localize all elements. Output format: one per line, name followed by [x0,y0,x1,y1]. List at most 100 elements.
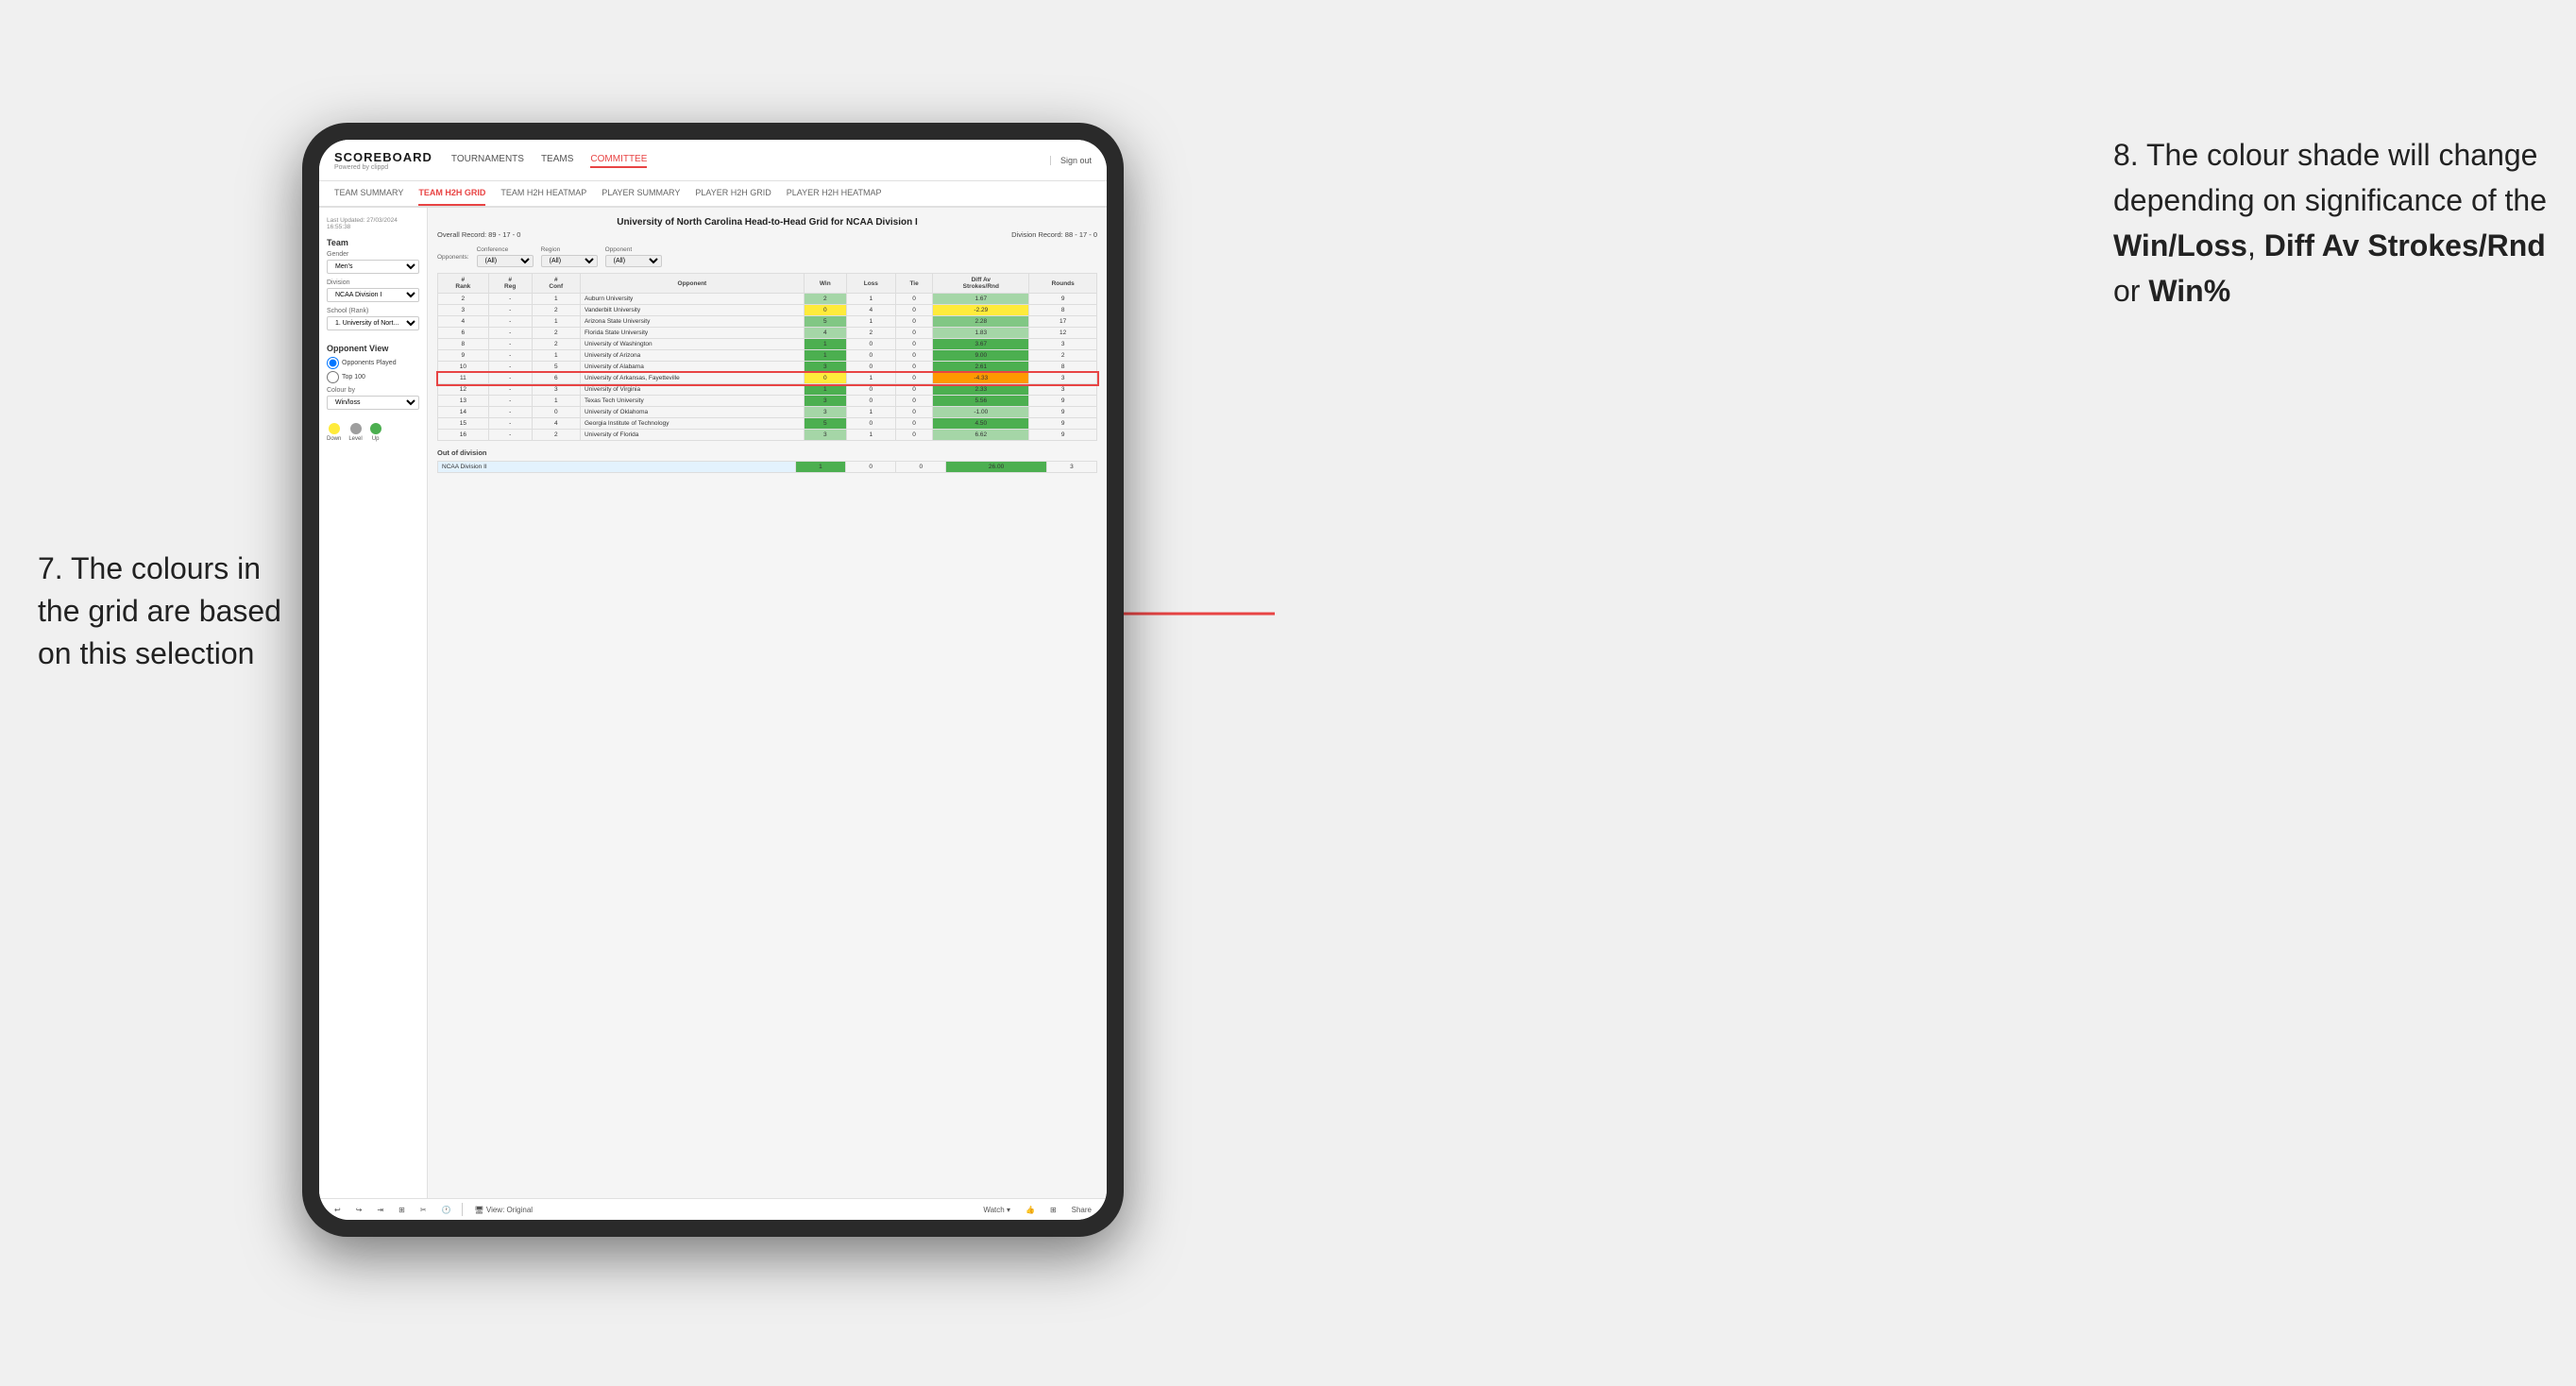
cell-win: 4 [804,328,846,339]
table-row: 11 - 6 University of Arkansas, Fayettevi… [438,373,1097,384]
radio-top100[interactable]: Top 100 [327,371,419,383]
grid-subtitle: Overall Record: 89 - 17 - 0 Division Rec… [437,230,1097,239]
opponent-select[interactable]: (All) [605,255,662,267]
toolbar-undo[interactable]: ↩ [330,1204,345,1216]
toolbar-cut[interactable]: ✂ [416,1204,431,1216]
cell-rank: 12 [438,384,489,396]
out-division-rounds: 3 [1046,462,1096,473]
cell-rounds: 12 [1029,328,1097,339]
opponent-view-title: Opponent View [327,344,419,353]
out-of-division-title: Out of division [437,448,1097,457]
annotation-right-sep1: , [2247,228,2264,262]
tab-player-summary[interactable]: PLAYER SUMMARY [602,181,680,206]
toolbar-grid-icon[interactable]: ⊞ [1046,1204,1060,1216]
table-row: 2 - 1 Auburn University 2 1 0 1.67 9 [438,294,1097,305]
team-section-title: Team [327,238,419,247]
table-row: 9 - 1 University of Arizona 1 0 0 9.00 2 [438,350,1097,362]
cell-rank: 6 [438,328,489,339]
cell-conf: 0 [532,407,580,418]
cell-win: 0 [804,373,846,384]
tab-player-h2h-grid[interactable]: PLAYER H2H GRID [695,181,771,206]
cell-diff: 2.33 [933,384,1029,396]
toolbar-view[interactable]: 🖥 View: Original [470,1204,536,1216]
tablet-screen: SCOREBOARD Powered by clippd TOURNAMENTS… [319,140,1107,1220]
division-label: Division [327,279,419,286]
toolbar-watch[interactable]: Watch ▾ [979,1204,1014,1216]
cell-diff: 6.62 [933,430,1029,441]
tab-team-summary[interactable]: TEAM SUMMARY [334,181,403,206]
cell-reg: - [488,328,532,339]
col-diff: Diff AvStrokes/Rnd [933,274,1029,294]
toolbar-copy[interactable]: ⊞ [395,1204,409,1216]
cell-reg: - [488,362,532,373]
cell-tie: 0 [895,294,932,305]
cell-opponent: University of Alabama [580,362,804,373]
toolbar-share[interactable]: Share [1068,1204,1095,1216]
cell-win: 2 [804,294,846,305]
toolbar-feedback[interactable]: 👍 [1022,1204,1039,1216]
cell-reg: - [488,373,532,384]
cell-rank: 14 [438,407,489,418]
nav-teams[interactable]: TEAMS [541,152,573,168]
cell-rank: 2 [438,294,489,305]
cell-reg: - [488,418,532,430]
conference-select[interactable]: (All) [477,255,534,267]
col-loss: Loss [846,274,895,294]
nav-committee[interactable]: COMMITTEE [590,152,647,168]
cell-reg: - [488,316,532,328]
cell-rank: 9 [438,350,489,362]
cell-rank: 11 [438,373,489,384]
annotation-right: 8. The colour shade will change dependin… [2113,132,2548,313]
col-rank: #Rank [438,274,489,294]
nav-tournaments[interactable]: TOURNAMENTS [451,152,524,168]
cell-win: 3 [804,430,846,441]
gender-label: Gender [327,251,419,258]
cell-opponent: University of Arizona [580,350,804,362]
cell-rounds: 17 [1029,316,1097,328]
cell-reg: - [488,384,532,396]
col-opponent: Opponent [580,274,804,294]
sub-nav: TEAM SUMMARY TEAM H2H GRID TEAM H2H HEAT… [319,181,1107,208]
cell-reg: - [488,294,532,305]
cell-diff: 3.67 [933,339,1029,350]
cell-tie: 0 [895,430,932,441]
out-of-division: Out of division NCAA Division II 1 0 0 2… [437,448,1097,473]
cell-diff: 2.61 [933,362,1029,373]
cell-tie: 0 [895,407,932,418]
cell-loss: 0 [846,418,895,430]
colour-by-select[interactable]: Win/loss [327,396,419,410]
table-row: 15 - 4 Georgia Institute of Technology 5… [438,418,1097,430]
table-row: 13 - 1 Texas Tech University 3 0 0 5.56 … [438,396,1097,407]
out-division-diff: 26.00 [946,462,1046,473]
gender-select[interactable]: Men's [327,260,419,274]
cell-conf: 4 [532,418,580,430]
main-content: Last Updated: 27/03/2024 16:55:38 Team G… [319,208,1107,1198]
cell-reg: - [488,350,532,362]
tab-team-h2h-heatmap[interactable]: TEAM H2H HEATMAP [500,181,586,206]
toolbar-clock[interactable]: 🕐 [438,1204,455,1216]
tab-player-h2h-heatmap[interactable]: PLAYER H2H HEATMAP [787,181,882,206]
school-select[interactable]: 1. University of Nort... [327,316,419,330]
cell-tie: 0 [895,362,932,373]
cell-loss: 1 [846,294,895,305]
cell-conf: 3 [532,384,580,396]
table-row: 6 - 2 Florida State University 4 2 0 1.8… [438,328,1097,339]
tab-team-h2h-grid[interactable]: TEAM H2H GRID [418,181,485,206]
out-division-name: NCAA Division II [438,462,796,473]
sign-out[interactable]: Sign out [1050,156,1092,165]
cell-loss: 0 [846,396,895,407]
cell-tie: 0 [895,384,932,396]
cell-loss: 1 [846,430,895,441]
radio-opponents-played[interactable]: Opponents Played [327,357,419,369]
toolbar-redo[interactable]: ↪ [352,1204,366,1216]
cell-tie: 0 [895,328,932,339]
legend-row: Down Level Up [327,423,419,442]
cell-diff: 4.50 [933,418,1029,430]
region-select[interactable]: (All) [541,255,598,267]
division-select[interactable]: NCAA Division I [327,288,419,302]
out-of-division-row: NCAA Division II 1 0 0 26.00 3 [438,462,1097,473]
cell-diff: 1.67 [933,294,1029,305]
toolbar-forward[interactable]: ⇥ [373,1204,387,1216]
col-rounds: Rounds [1029,274,1097,294]
cell-rank: 15 [438,418,489,430]
